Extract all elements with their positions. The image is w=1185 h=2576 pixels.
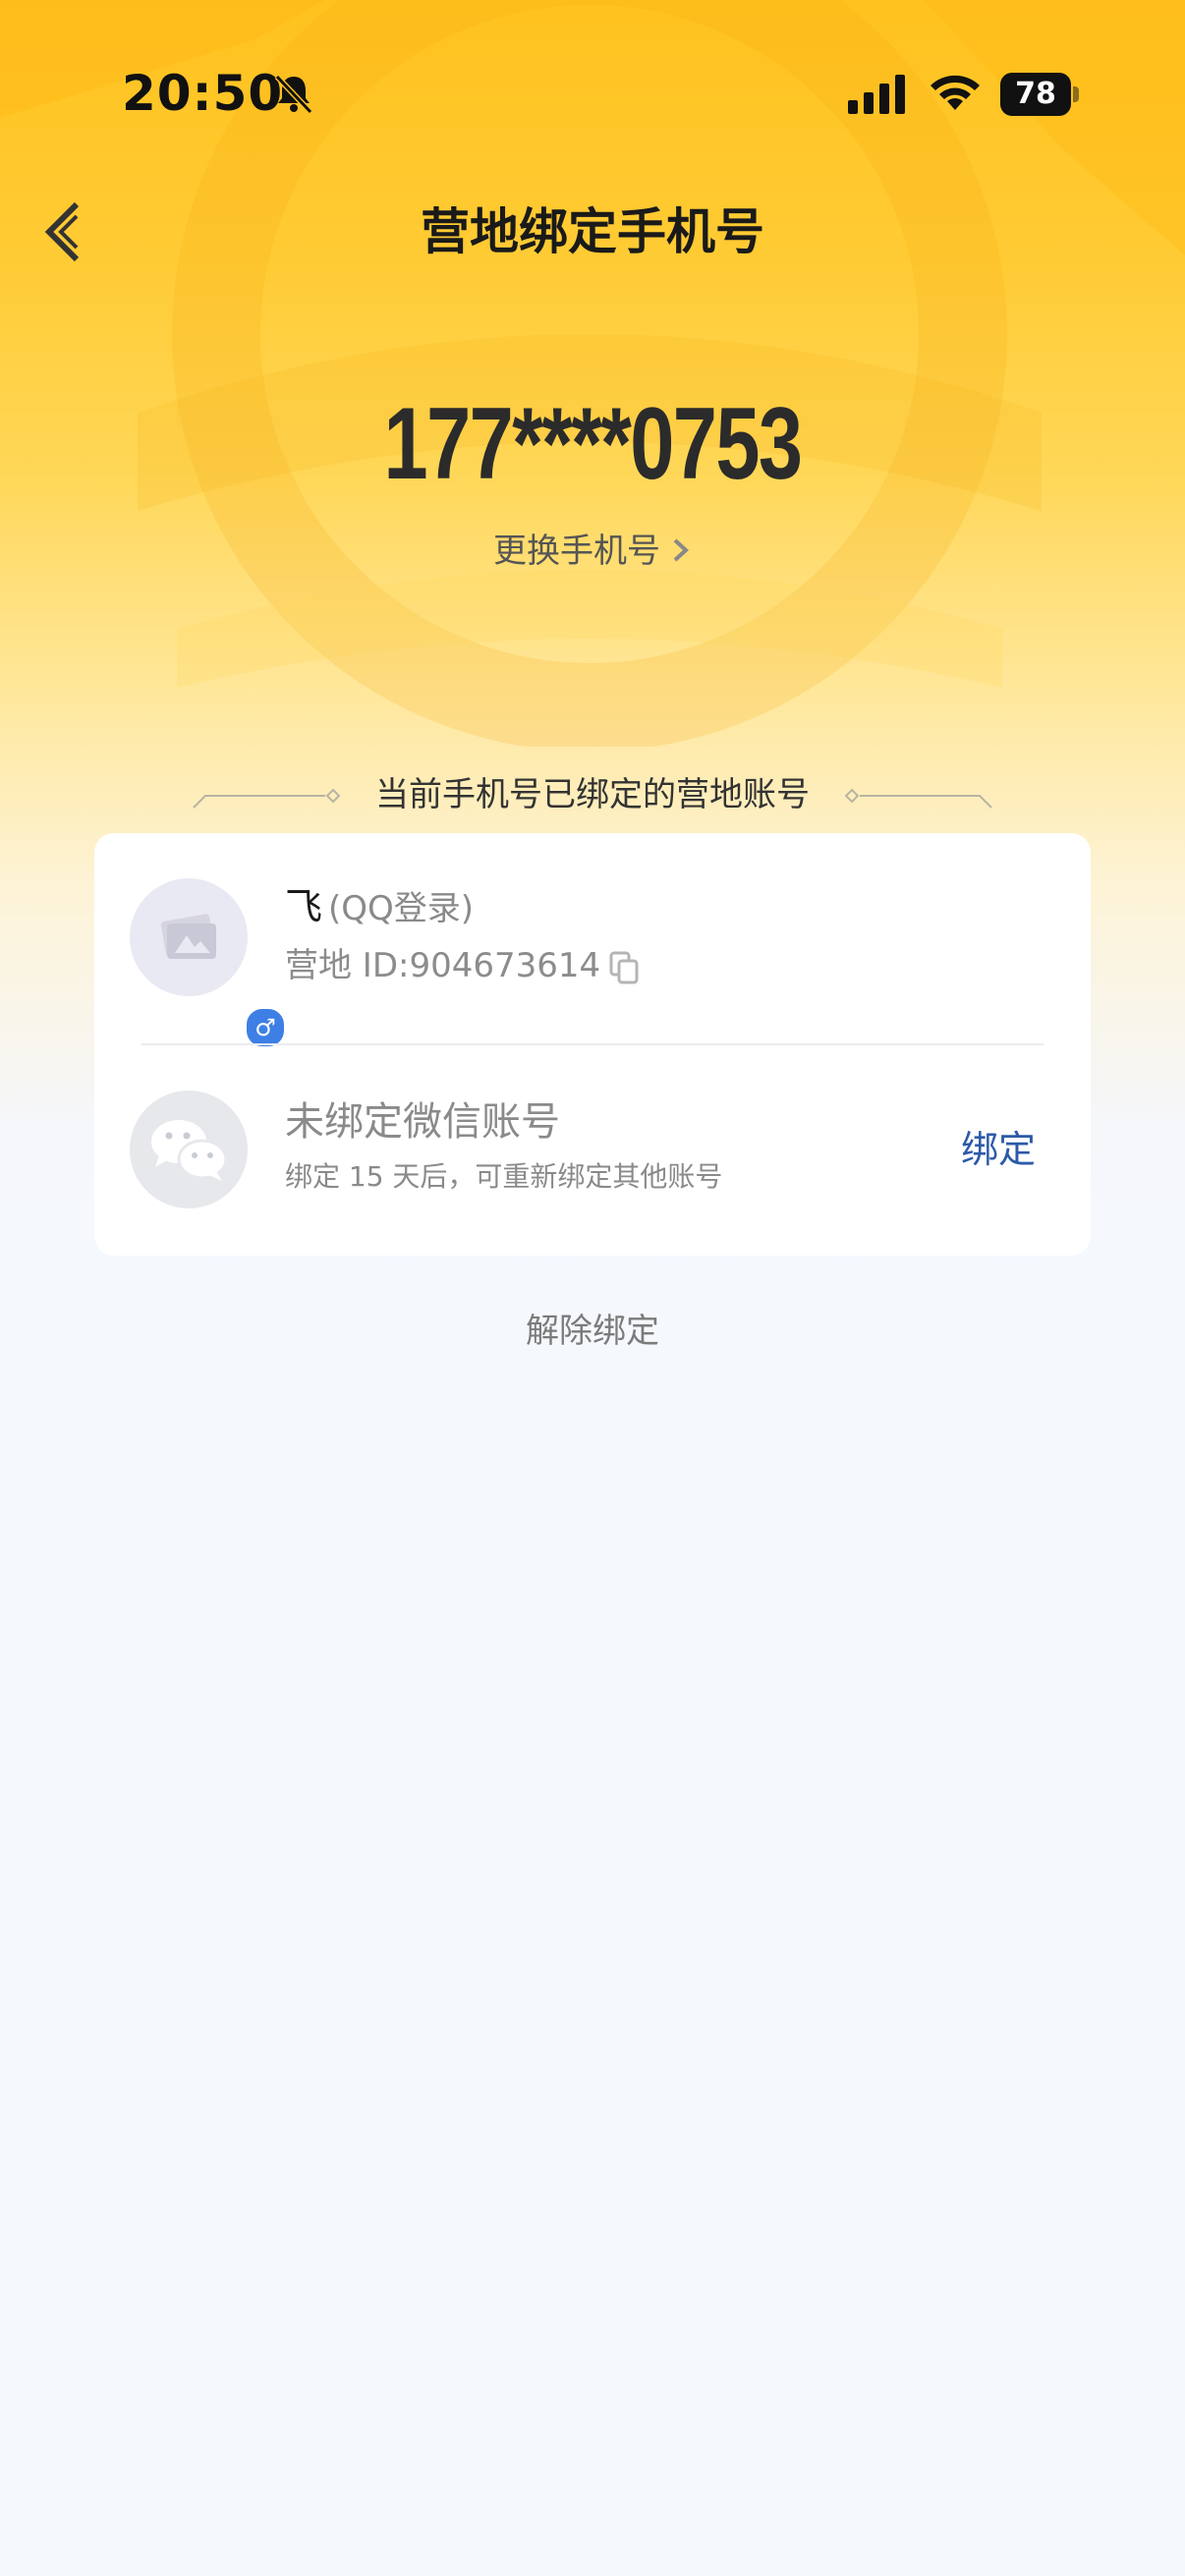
section-header: 当前手机号已绑定的营地账号 [0,770,1185,819]
signal-icon [848,75,905,114]
bell-muted-icon [274,74,313,115]
chevron-right-icon [673,538,689,562]
change-phone-label: 更换手机号 [493,532,660,571]
divider [141,1043,1044,1045]
page-title: 营地绑定手机号 [421,203,764,260]
image-placeholder-icon [160,914,216,959]
wifi-icon [931,75,980,110]
bound-accounts-card: ♂ 飞 (QQ登录) 营地 ID:904673614 未绑定微信账号 绑定 15 … [94,833,1091,1256]
wechat-bind-note: 绑定 15 天后，可重新绑定其他账号 [285,1160,723,1193]
phone-number: 177****0753 [383,387,803,501]
account-id: 营地 ID:904673614 [285,946,601,985]
status-time: 20:50 [122,65,284,122]
wechat-logo-icon [151,1120,228,1181]
section-title: 当前手机号已绑定的营地账号 [375,775,810,814]
bind-wechat-button[interactable]: 绑定 [939,1118,1057,1181]
change-phone-link[interactable]: 更换手机号 [0,527,1185,576]
battery-level: 78 [1015,77,1056,111]
copy-icon[interactable] [609,951,641,984]
account-name: 飞 (QQ登录) [285,882,474,933]
account-nickname: 飞 [285,885,323,928]
wechat-icon [130,1091,248,1208]
login-type: (QQ登录) [328,889,475,928]
wechat-status-title: 未绑定微信账号 [285,1099,560,1145]
battery-icon: 78 [1000,73,1079,116]
unbind-button[interactable]: 解除绑定 [0,1305,1185,1358]
avatar[interactable]: ♂ [130,878,287,1049]
